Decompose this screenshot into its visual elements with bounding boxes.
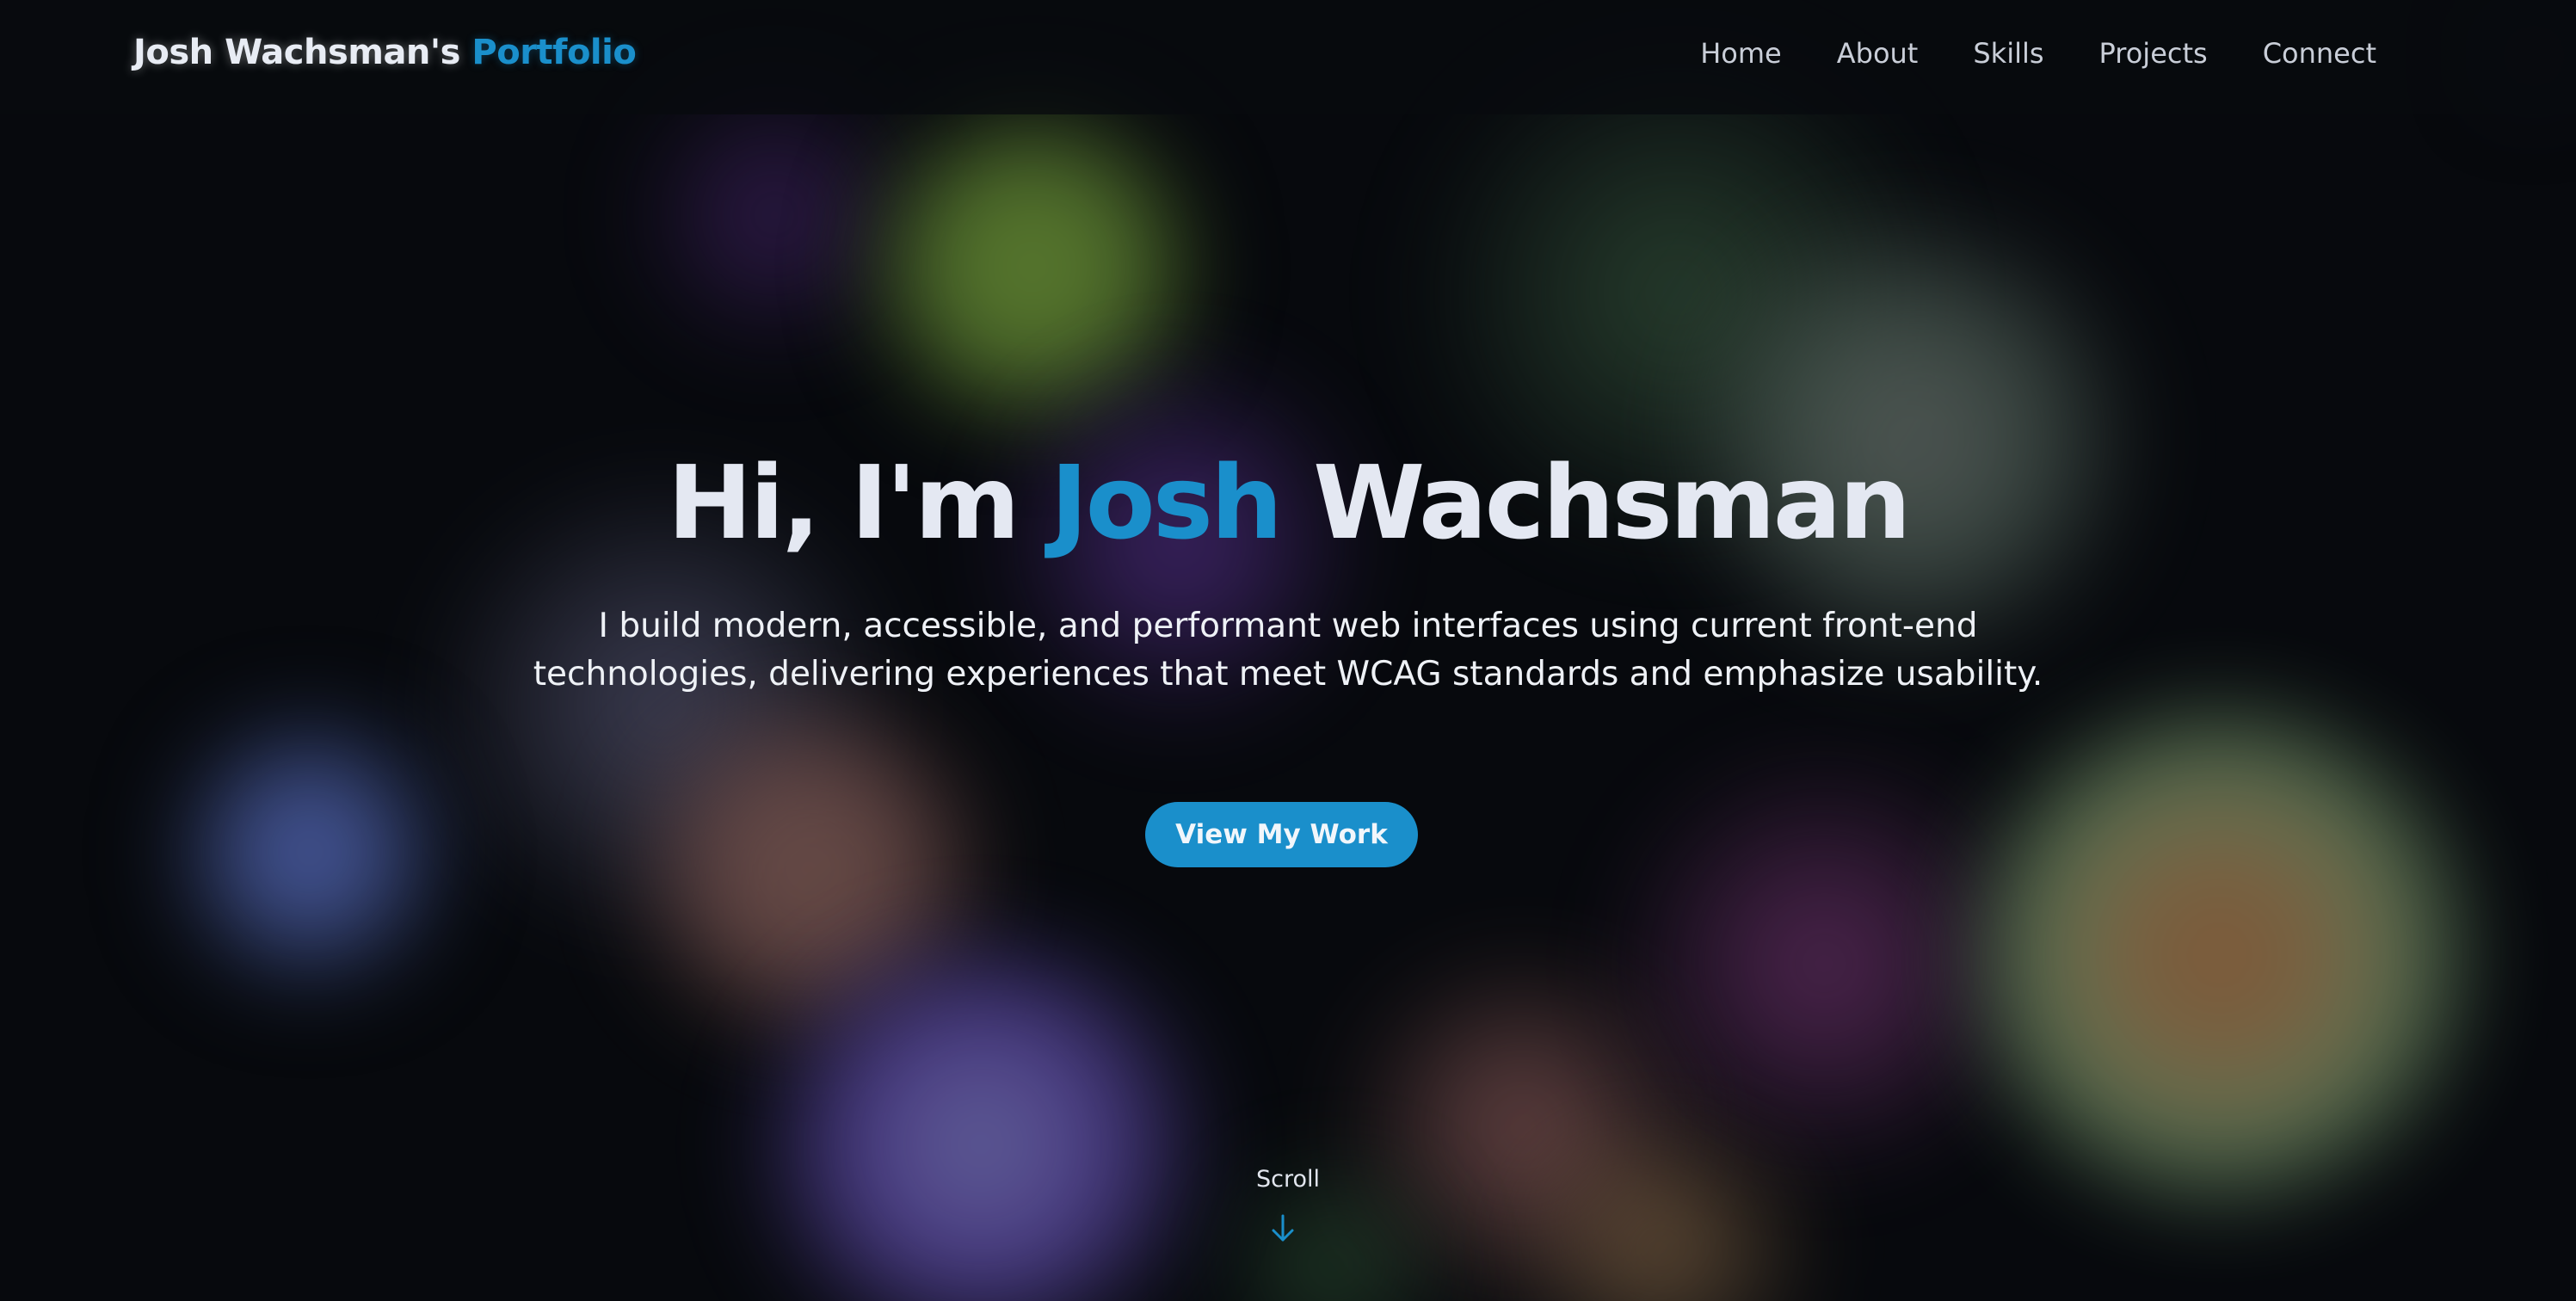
nav-skills[interactable]: Skills (1973, 37, 2043, 70)
nav-projects[interactable]: Projects (2099, 37, 2208, 70)
brand-name: Josh Wachsman's (133, 33, 460, 72)
hero-title-accent: Josh (1050, 443, 1283, 562)
site-logo[interactable]: Josh Wachsman's Portfolio (133, 33, 637, 72)
page: Josh Wachsman's Portfolio Home About Ski… (0, 0, 2576, 1301)
brand-accent: Portfolio (471, 33, 637, 72)
scroll-label: Scroll (1255, 1166, 1320, 1193)
site-header: Josh Wachsman's Portfolio Home About Ski… (0, 0, 2576, 114)
view-my-work-button[interactable]: View My Work (1145, 802, 1418, 867)
nav-home[interactable]: Home (1700, 37, 1782, 70)
nav-connect[interactable]: Connect (2263, 37, 2376, 70)
nav-about[interactable]: About (1837, 37, 1919, 70)
hero-title-prefix: Hi, I'm (667, 443, 1020, 562)
arrow-down-icon[interactable] (1270, 1213, 1296, 1244)
hero-title-suffix: Wachsman (1313, 443, 1911, 562)
main-nav: Home About Skills Projects Connect (1645, 37, 2376, 70)
hero-section: Hi, I'm Josh Wachsman I build modern, ac… (0, 0, 2576, 1301)
hero-title: Hi, I'm Josh Wachsman (0, 443, 2576, 562)
hero-subtitle: I build modern, accessible, and performa… (533, 607, 2043, 694)
